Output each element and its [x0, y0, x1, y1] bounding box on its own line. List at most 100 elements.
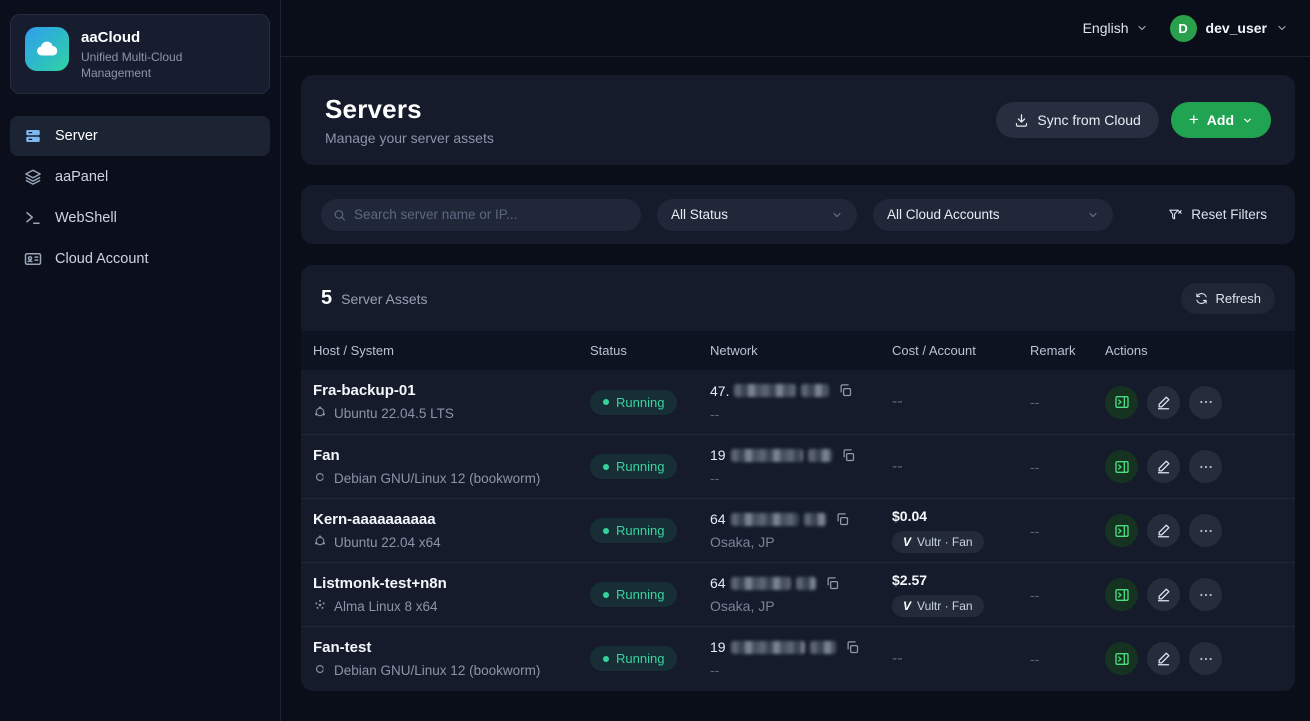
- host-name: Fan: [313, 447, 590, 464]
- chevron-down-icon: [1276, 22, 1288, 34]
- sidebar-item-label: aaPanel: [55, 169, 108, 185]
- col-remark: Remark: [1030, 343, 1105, 358]
- more-actions-button[interactable]: [1189, 578, 1222, 611]
- status-badge: Running: [590, 582, 677, 607]
- os-name: Debian GNU/Linux 12 (bookworm): [334, 471, 540, 486]
- server-row: Fan-test Debian GNU/Linux 12 (bookworm) …: [301, 626, 1295, 690]
- edit-action-button[interactable]: [1147, 386, 1180, 419]
- masked-ip: [810, 641, 836, 654]
- alma-linux-icon: [313, 598, 327, 615]
- status-dot-icon: [603, 656, 609, 662]
- more-actions-button[interactable]: [1189, 642, 1222, 675]
- edit-action-button[interactable]: [1147, 578, 1180, 611]
- more-actions-button[interactable]: [1189, 450, 1222, 483]
- terminal-window-icon: [1114, 651, 1130, 667]
- edit-action-button[interactable]: [1147, 642, 1180, 675]
- server-row: Listmonk-test+n8n Alma Linux 8 x64 Runni…: [301, 562, 1295, 626]
- page-title: Servers: [325, 94, 494, 125]
- cost-value: $2.57: [892, 572, 1030, 588]
- copy-icon[interactable]: [841, 448, 856, 463]
- server-assets-card: 5 Server Assets Refresh Host / System St…: [301, 265, 1295, 691]
- cost-value: --: [892, 458, 1030, 476]
- status-filter-value: All Status: [671, 207, 728, 222]
- terminal-window-icon: [1114, 459, 1130, 475]
- terminal-window-icon: [1114, 523, 1130, 539]
- terminal-icon: [24, 209, 42, 227]
- col-network: Network: [710, 343, 892, 358]
- terminal-action-button[interactable]: [1105, 386, 1138, 419]
- page-header-card: Servers Manage your server assets Sync f…: [301, 75, 1295, 165]
- server-row: Kern-aaaaaaaaaa Ubuntu 22.04 x64 Running…: [301, 498, 1295, 562]
- sidebar-item-server[interactable]: Server: [10, 116, 270, 156]
- col-cost-account: Cost / Account: [892, 343, 1030, 358]
- copy-icon[interactable]: [835, 512, 850, 527]
- copy-icon[interactable]: [825, 576, 840, 591]
- terminal-action-button[interactable]: [1105, 514, 1138, 547]
- reset-filters-button[interactable]: Reset Filters: [1160, 201, 1275, 228]
- os-name: Ubuntu 22.04.5 LTS: [334, 406, 454, 421]
- os-name: Alma Linux 8 x64: [334, 599, 438, 614]
- asset-count: 5: [321, 287, 332, 310]
- asset-count-label: Server Assets: [341, 291, 427, 307]
- refresh-label: Refresh: [1215, 291, 1261, 306]
- cloud-account-filter-select[interactable]: All Cloud Accounts: [873, 199, 1113, 231]
- ip-prefix: 64: [710, 511, 726, 527]
- more-actions-button[interactable]: [1189, 514, 1222, 547]
- refresh-button[interactable]: Refresh: [1181, 283, 1275, 314]
- account-badge: V Vultr · Fan: [892, 531, 984, 553]
- sidebar-item-label: Cloud Account: [55, 251, 149, 267]
- edit-action-button[interactable]: [1147, 514, 1180, 547]
- ellipsis-icon: [1198, 459, 1214, 475]
- server-icon: [24, 127, 42, 145]
- pencil-icon: [1156, 651, 1171, 666]
- account-label: Vultr · Fan: [917, 599, 973, 613]
- sync-from-cloud-button[interactable]: Sync from Cloud: [996, 102, 1158, 138]
- username: dev_user: [1206, 20, 1267, 36]
- ellipsis-icon: [1198, 394, 1214, 410]
- pencil-icon: [1156, 587, 1171, 602]
- masked-ip: [731, 513, 799, 526]
- ellipsis-icon: [1198, 651, 1214, 667]
- status-dot-icon: [603, 399, 609, 405]
- debian-icon: [313, 470, 327, 487]
- ubuntu-icon: [313, 534, 327, 551]
- pencil-icon: [1156, 395, 1171, 410]
- language-selector[interactable]: English: [1083, 20, 1148, 36]
- status-dot-icon: [603, 464, 609, 470]
- ip-prefix: 47.: [710, 383, 729, 399]
- terminal-action-button[interactable]: [1105, 578, 1138, 611]
- copy-icon[interactable]: [845, 640, 860, 655]
- sync-button-label: Sync from Cloud: [1037, 112, 1140, 128]
- page-subtitle: Manage your server assets: [325, 130, 494, 146]
- app-logo: [25, 27, 69, 71]
- user-menu[interactable]: D dev_user: [1170, 15, 1288, 42]
- sidebar-item-aapanel[interactable]: aaPanel: [10, 157, 270, 197]
- sidebar-item-cloud-account[interactable]: Cloud Account: [10, 239, 270, 279]
- sidebar-item-webshell[interactable]: WebShell: [10, 198, 270, 238]
- status-badge: Running: [590, 518, 677, 543]
- funnel-x-icon: [1168, 207, 1183, 222]
- edit-action-button[interactable]: [1147, 450, 1180, 483]
- brand-name: aaCloud: [81, 29, 231, 46]
- network-location: --: [710, 662, 892, 678]
- add-button[interactable]: + Add: [1171, 102, 1271, 138]
- status-filter-select[interactable]: All Status: [657, 199, 857, 231]
- terminal-action-button[interactable]: [1105, 450, 1138, 483]
- refresh-icon: [1195, 292, 1208, 305]
- remark-value: --: [1030, 523, 1105, 539]
- copy-icon[interactable]: [838, 383, 853, 398]
- status-badge: Running: [590, 454, 677, 479]
- host-name: Listmonk-test+n8n: [313, 575, 590, 592]
- ip-prefix: 19: [710, 639, 726, 655]
- network-location: Osaka, JP: [710, 534, 892, 550]
- terminal-action-button[interactable]: [1105, 642, 1138, 675]
- download-icon: [1014, 113, 1029, 128]
- search-input[interactable]: [354, 207, 629, 222]
- masked-ip: [808, 449, 832, 462]
- col-status: Status: [590, 343, 710, 358]
- network-location: Osaka, JP: [710, 598, 892, 614]
- more-actions-button[interactable]: [1189, 386, 1222, 419]
- network-location: --: [710, 406, 892, 422]
- brand-card: aaCloud Unified Multi-Cloud Management: [10, 14, 270, 94]
- topbar: English D dev_user: [281, 0, 1310, 57]
